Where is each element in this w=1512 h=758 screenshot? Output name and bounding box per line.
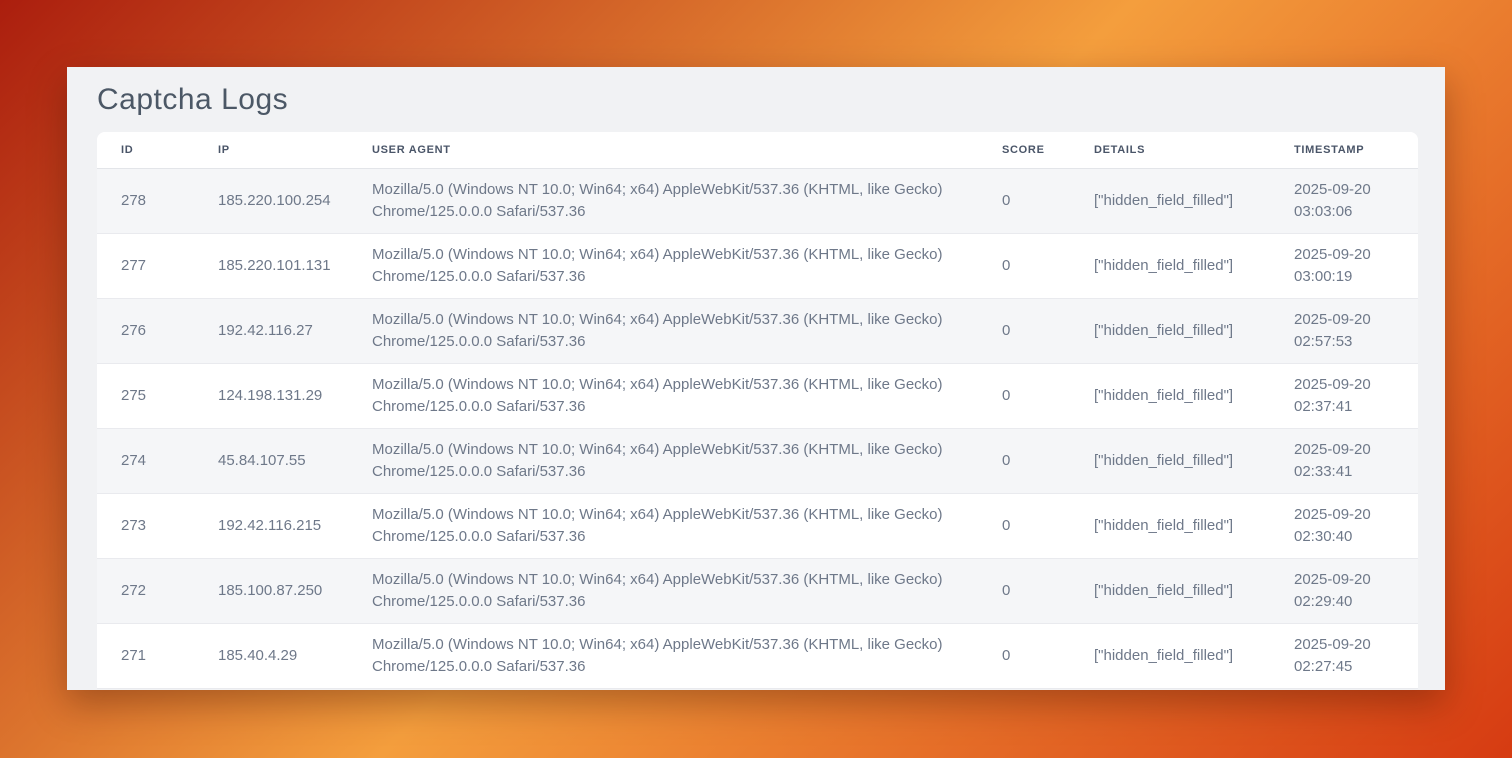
cell-details: ["hidden_field_filled"] — [1070, 234, 1270, 299]
cell-score: 0 — [978, 299, 1070, 364]
table-row: 273 192.42.116.215 Mozilla/5.0 (Windows … — [97, 494, 1418, 559]
cell-score: 0 — [978, 169, 1070, 234]
table-row: 271 185.40.4.29 Mozilla/5.0 (Windows NT … — [97, 624, 1418, 689]
column-header-user-agent: USER AGENT — [348, 132, 978, 169]
page-title: Captcha Logs — [97, 82, 1415, 118]
cell-id: 275 — [97, 364, 194, 429]
table-row: 275 124.198.131.29 Mozilla/5.0 (Windows … — [97, 364, 1418, 429]
column-header-timestamp: TIMESTAMP — [1270, 132, 1418, 169]
cell-timestamp: 2025-09-20 02:29:40 — [1270, 559, 1418, 624]
column-header-id: ID — [97, 132, 194, 169]
cell-ip: 192.42.116.215 — [194, 494, 348, 559]
desktop-background: { "page": { "title": "Captcha Logs" }, "… — [0, 0, 1512, 758]
cell-details: ["hidden_field_filled"] — [1070, 494, 1270, 559]
captcha-logs-table-container: ID IP USER AGENT SCORE DETAILS TIMESTAMP… — [97, 132, 1418, 689]
cell-timestamp: 2025-09-20 02:57:53 — [1270, 299, 1418, 364]
cell-details: ["hidden_field_filled"] — [1070, 559, 1270, 624]
cell-details: ["hidden_field_filled"] — [1070, 169, 1270, 234]
cell-timestamp: 2025-09-20 02:33:41 — [1270, 429, 1418, 494]
cell-ip: 45.84.107.55 — [194, 429, 348, 494]
cell-ip: 185.40.4.29 — [194, 624, 348, 689]
cell-score: 0 — [978, 559, 1070, 624]
cell-user-agent: Mozilla/5.0 (Windows NT 10.0; Win64; x64… — [348, 494, 978, 559]
cell-timestamp: 2025-09-20 02:37:41 — [1270, 364, 1418, 429]
cell-id: 276 — [97, 299, 194, 364]
cell-id: 278 — [97, 169, 194, 234]
table-row: 278 185.220.100.254 Mozilla/5.0 (Windows… — [97, 169, 1418, 234]
cell-ip: 185.220.101.131 — [194, 234, 348, 299]
cell-ip: 124.198.131.29 — [194, 364, 348, 429]
captcha-logs-page: Captcha Logs ID IP USER AGENT SCORE DETA… — [67, 67, 1445, 690]
cell-id: 277 — [97, 234, 194, 299]
table-row: 276 192.42.116.27 Mozilla/5.0 (Windows N… — [97, 299, 1418, 364]
cell-score: 0 — [978, 624, 1070, 689]
cell-details: ["hidden_field_filled"] — [1070, 299, 1270, 364]
cell-user-agent: Mozilla/5.0 (Windows NT 10.0; Win64; x64… — [348, 234, 978, 299]
cell-details: ["hidden_field_filled"] — [1070, 429, 1270, 494]
cell-user-agent: Mozilla/5.0 (Windows NT 10.0; Win64; x64… — [348, 624, 978, 689]
cell-timestamp: 2025-09-20 02:30:40 — [1270, 494, 1418, 559]
cell-id: 272 — [97, 559, 194, 624]
cell-user-agent: Mozilla/5.0 (Windows NT 10.0; Win64; x64… — [348, 169, 978, 234]
column-header-details: DETAILS — [1070, 132, 1270, 169]
cell-ip: 185.220.100.254 — [194, 169, 348, 234]
cell-timestamp: 2025-09-20 03:00:19 — [1270, 234, 1418, 299]
captcha-logs-table: ID IP USER AGENT SCORE DETAILS TIMESTAMP… — [97, 132, 1418, 689]
cell-score: 0 — [978, 494, 1070, 559]
table-header: ID IP USER AGENT SCORE DETAILS TIMESTAMP — [97, 132, 1418, 169]
column-header-ip: IP — [194, 132, 348, 169]
cell-timestamp: 2025-09-20 02:27:45 — [1270, 624, 1418, 689]
cell-timestamp: 2025-09-20 03:03:06 — [1270, 169, 1418, 234]
cell-user-agent: Mozilla/5.0 (Windows NT 10.0; Win64; x64… — [348, 559, 978, 624]
table-body: 278 185.220.100.254 Mozilla/5.0 (Windows… — [97, 169, 1418, 689]
cell-user-agent: Mozilla/5.0 (Windows NT 10.0; Win64; x64… — [348, 429, 978, 494]
table-row: 272 185.100.87.250 Mozilla/5.0 (Windows … — [97, 559, 1418, 624]
cell-details: ["hidden_field_filled"] — [1070, 624, 1270, 689]
cell-ip: 192.42.116.27 — [194, 299, 348, 364]
cell-details: ["hidden_field_filled"] — [1070, 364, 1270, 429]
table-row: 277 185.220.101.131 Mozilla/5.0 (Windows… — [97, 234, 1418, 299]
cell-score: 0 — [978, 234, 1070, 299]
cell-id: 274 — [97, 429, 194, 494]
cell-user-agent: Mozilla/5.0 (Windows NT 10.0; Win64; x64… — [348, 299, 978, 364]
cell-user-agent: Mozilla/5.0 (Windows NT 10.0; Win64; x64… — [348, 364, 978, 429]
column-header-score: SCORE — [978, 132, 1070, 169]
table-header-row: ID IP USER AGENT SCORE DETAILS TIMESTAMP — [97, 132, 1418, 169]
cell-id: 271 — [97, 624, 194, 689]
cell-score: 0 — [978, 429, 1070, 494]
table-row: 274 45.84.107.55 Mozilla/5.0 (Windows NT… — [97, 429, 1418, 494]
cell-score: 0 — [978, 364, 1070, 429]
cell-id: 273 — [97, 494, 194, 559]
cell-ip: 185.100.87.250 — [194, 559, 348, 624]
